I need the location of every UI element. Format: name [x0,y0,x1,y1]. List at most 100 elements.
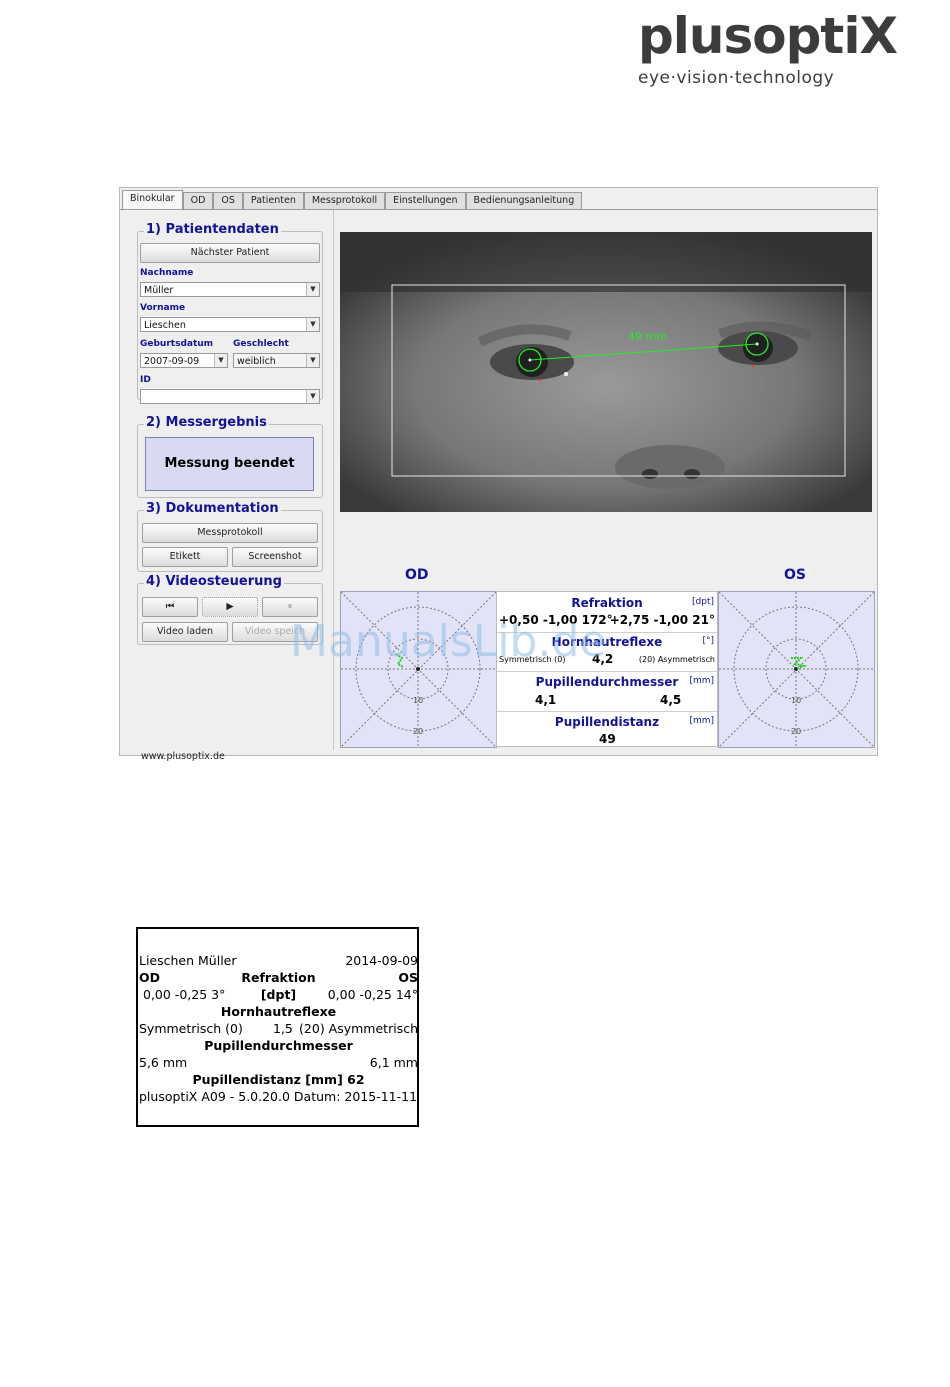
label-cornea-title: Hornhautreflexe [220,1004,337,1019]
label-os: OS [398,970,418,985]
label-pd-row: Pupillendistanz [mm] 62 [139,1071,418,1088]
refraction-unit: [dpt] [692,597,714,607]
label-footer: plusoptiX A09 - 5.0.20.0 Datum: 2015-11-… [139,1089,418,1104]
label-pd: Pupillendistanz [mm] 62 [192,1072,365,1087]
os-gaze-target: 10 20 [718,591,875,748]
label-cornea-values-row: Symmetrisch (0) 1,5 (20) Asymmetrisch [139,1020,418,1037]
cornea-asymmetric-label: (20) Asymmetrisch [638,655,715,664]
pupil-diameter-unit: [mm] [689,676,714,686]
label-name-row: Lieschen Müller 2014-09-09 [139,952,418,969]
rewind-icon: ⏮ [165,601,175,612]
gender-select[interactable]: weiblich ▼ [233,353,320,368]
chevron-down-icon[interactable]: ▼ [214,354,227,367]
measurement-table: Refraktion [dpt] +0,50 -1,00 172° +2,75 … [496,591,718,747]
camera-video-frame: 49 mm [340,232,872,512]
birthdate-value: 2007-09-09 [144,356,200,367]
chevron-down-icon[interactable]: ▼ [306,283,319,296]
printed-label: Lieschen Müller 2014-09-09 OD Refraktion… [136,927,419,1127]
label-pupil-os: 6,1 mm [369,1055,418,1070]
refraction-os: +2,75 -1,00 21° [609,613,715,627]
pupil-diameter-row: Pupillendurchmesser [mm] 4,1 4,5 [497,672,717,712]
lastname-label: Nachname [140,268,194,278]
label-pupil-od: 5,6 mm [139,1055,188,1070]
tab-od[interactable]: OD [182,192,214,210]
firstname-field[interactable]: Lieschen ▼ [140,317,320,332]
pd-overlay-label: 49 mm [628,330,667,343]
tab-bar: Binokular OD OS Patienten Messprotokoll … [122,190,583,211]
label-patient-name: Lieschen Müller [139,953,237,968]
watermark: ManualsLib.de [290,616,607,667]
os-tick-20: 20 [791,727,801,736]
label-footer-row: plusoptiX A09 - 5.0.20.0 Datum: 2015-11-… [139,1088,418,1105]
label-date: 2014-09-09 [345,953,418,968]
logo-tagline: eye·vision·technology [638,68,835,88]
video-control-title: 4) Videosteuerung [144,574,284,589]
tab-messprotokoll[interactable]: Messprotokoll [303,192,386,210]
load-video-button[interactable]: Video laden [142,622,228,642]
id-label: ID [140,375,151,385]
pupil-distance-title: Pupillendistanz [554,715,660,729]
pause-button[interactable]: ⏸ [262,597,318,617]
pause-icon: ⏸ [287,601,293,612]
plusoptix-logo: plusoptiX eye·vision·technology [638,6,898,96]
label-asymmetric: (20) Asymmetrisch [299,1021,418,1036]
od-heading: OD [405,567,429,583]
control-panel: 1) Patientendaten Nächster Patient Nachn… [121,210,334,762]
footer-url: www.plusoptix.de [141,751,225,762]
label-header-row: OD Refraktion OS [139,969,418,986]
chevron-down-icon[interactable]: ▼ [306,390,319,403]
label-pupil-row: Pupillendurchmesser [139,1037,418,1054]
label-refraction-row: 0,00 -0,25 3° [dpt] 0,00 -0,25 14° [139,986,418,1003]
gender-label: Geschlecht [233,339,289,349]
pupil-distance-row: Pupillendistanz [mm] 49 [497,712,717,746]
pupil-distance-unit: [mm] [689,716,714,726]
pupil-diameter-os: 4,5 [660,693,682,707]
firstname-value: Lieschen [144,320,186,331]
label-symmetric: Symmetrisch (0) [139,1021,243,1036]
gender-value: weiblich [237,356,276,367]
pupil-diameter-od: 4,1 [535,693,557,707]
os-heading: OS [784,567,806,583]
app-window: Binokular OD OS Patienten Messprotokoll … [119,187,878,762]
result-title: 2) Messergebnis [144,415,269,430]
documentation-title: 3) Dokumentation [144,501,281,516]
chevron-down-icon[interactable]: ▼ [306,318,319,331]
lastname-value: Müller [144,285,174,296]
label-cornea-row: Hornhautreflexe [139,1003,418,1020]
tab-einstellungen[interactable]: Einstellungen [385,192,466,210]
birthdate-field[interactable]: 2007-09-09 ▼ [140,353,228,368]
patient-data-group: 1) Patientendaten Nächster Patient Nachn… [137,222,323,404]
tab-os[interactable]: OS [213,192,243,210]
label-refraction-title: Refraktion [241,970,316,985]
lastname-field[interactable]: Müller ▼ [140,282,320,297]
documentation-group: 3) Dokumentation Messprotokoll Etikett S… [137,501,323,572]
label-refraction-os: 0,00 -0,25 14° [327,987,418,1002]
play-button[interactable]: ▶ [202,597,258,617]
cornea-unit: [°] [702,636,714,646]
tab-binokular[interactable]: Binokular [122,190,183,211]
od-tick-20: 20 [413,727,423,736]
logo-wordmark: plusoptiX [638,7,898,65]
label-pupil-values-row: 5,6 mm 6,1 mm [139,1054,418,1071]
firstname-label: Vorname [140,303,186,313]
rewind-button[interactable]: ⏮ [142,597,198,617]
pupil-distance-value: 49 [599,732,616,746]
label-print-button[interactable]: Etikett [142,547,228,567]
od-gaze-target: 10 20 [340,591,497,748]
protocol-button[interactable]: Messprotokoll [142,523,318,543]
label-pupil-title: Pupillendurchmesser [204,1038,353,1053]
measurement-status: Messung beendet [145,437,314,491]
next-patient-button[interactable]: Nächster Patient [140,243,320,263]
play-icon: ▶ [226,601,234,612]
label-cornea-value: 1,5 [273,1021,293,1036]
pupil-diameter-title: Pupillendurchmesser [535,675,679,689]
tab-patienten[interactable]: Patienten [242,192,304,210]
od-tick-10: 10 [413,696,423,705]
chevron-down-icon[interactable]: ▼ [306,354,319,367]
id-field[interactable]: ▼ [140,389,320,404]
tab-bedienungsanleitung[interactable]: Bedienungsanleitung [465,192,583,210]
patient-data-title: 1) Patientendaten [144,222,281,237]
os-tick-10: 10 [791,696,801,705]
screenshot-button[interactable]: Screenshot [232,547,318,567]
face-illustration: 49 mm [340,232,872,512]
